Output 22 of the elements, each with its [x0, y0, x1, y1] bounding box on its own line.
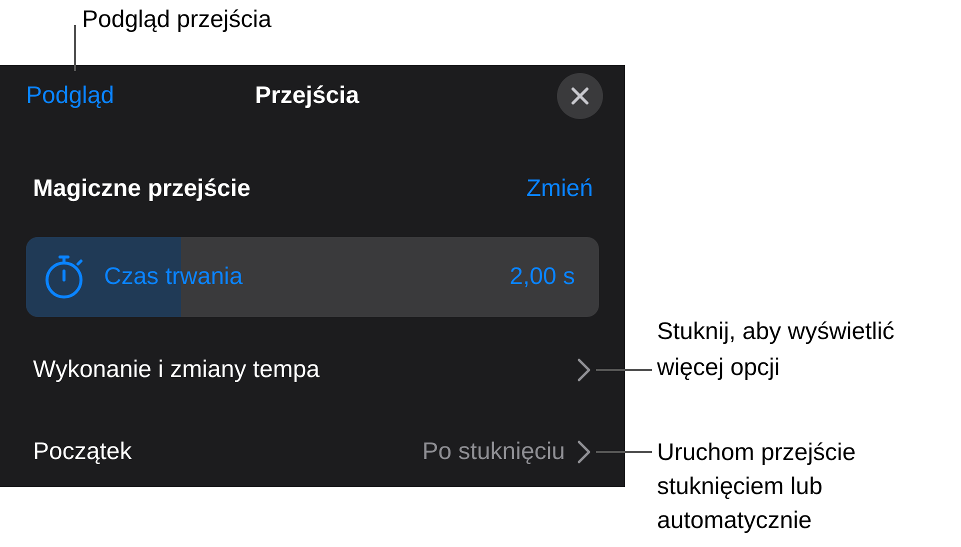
preview-button[interactable]: Podgląd: [26, 78, 114, 114]
close-icon: [571, 87, 589, 105]
row-label: Wykonanie i zmiany tempa: [33, 355, 320, 385]
leader-line: [74, 25, 76, 71]
callout-text: Stuknij, aby wyświetlić więcej opcji: [657, 317, 896, 383]
duration-slider[interactable]: Czas trwania 2,00 s: [26, 237, 599, 317]
callout-text: Podgląd przejścia: [82, 6, 272, 33]
duration-label: Czas trwania: [104, 262, 243, 292]
option-row[interactable]: Początek Po stuknięciu: [0, 427, 625, 477]
duration-value: 2,00 s: [510, 262, 575, 292]
row-label: Początek: [33, 437, 132, 467]
close-button[interactable]: [557, 73, 603, 119]
chevron-icon: [577, 358, 591, 382]
row-value: Po stuknięciu: [422, 437, 565, 467]
leader-line: [596, 369, 652, 371]
chevron-icon: [577, 440, 591, 464]
leader-line: [596, 451, 652, 453]
change-link[interactable]: Zmień: [526, 171, 593, 207]
option-row[interactable]: Wykonanie i zmiany tempa: [0, 345, 625, 395]
effect-label: Magiczne przejście: [33, 174, 250, 204]
callout-text: Uruchom przejście stuknięciem lub automatycznie: [657, 438, 857, 536]
panel-title: Przejścia: [255, 81, 360, 111]
